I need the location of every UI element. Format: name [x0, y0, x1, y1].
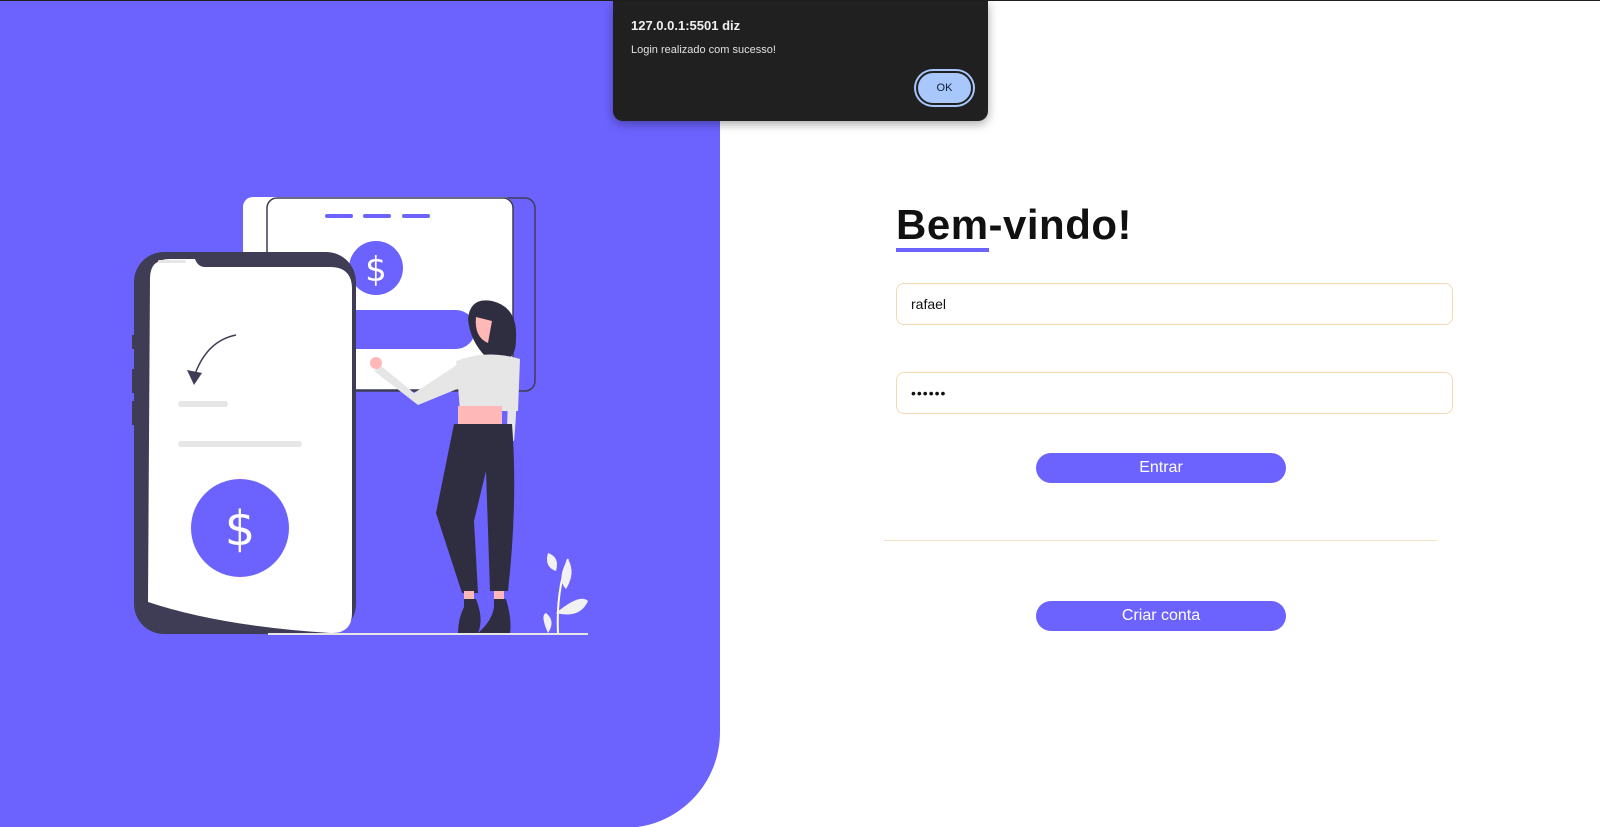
username-input[interactable] — [896, 283, 1453, 325]
svg-text:$: $ — [225, 501, 256, 557]
title-underlined-word: Bem — [896, 201, 989, 252]
alert-origin: 127.0.0.1:5501 diz — [631, 18, 741, 33]
login-form: Bem-vindo! Entrar Criar conta — [884, 197, 1456, 631]
dollar-icon: $ — [365, 250, 387, 290]
page: $ $ Bem-vindo! rafael •••••• Entrar Cria… — [0, 0, 1600, 827]
create-account-button[interactable]: Criar conta — [1036, 601, 1286, 631]
alert-ok-button[interactable]: OK — [916, 71, 973, 105]
alert-dialog: 127.0.0.1:5501 diz Login realizado com s… — [613, 1, 988, 121]
phone-illustration: $ — [132, 252, 356, 634]
password-input[interactable] — [896, 372, 1453, 414]
divider — [884, 540, 1437, 541]
hero-panel: $ $ — [0, 1, 720, 827]
login-button[interactable]: Entrar — [1036, 453, 1286, 483]
title-rest: -vindo! — [988, 201, 1133, 248]
payment-illustration: $ $ — [132, 197, 588, 635]
plant-icon — [543, 553, 588, 635]
page-title: Bem-vindo! — [896, 197, 1456, 253]
alert-message: Login realizado com sucesso! — [631, 44, 776, 56]
